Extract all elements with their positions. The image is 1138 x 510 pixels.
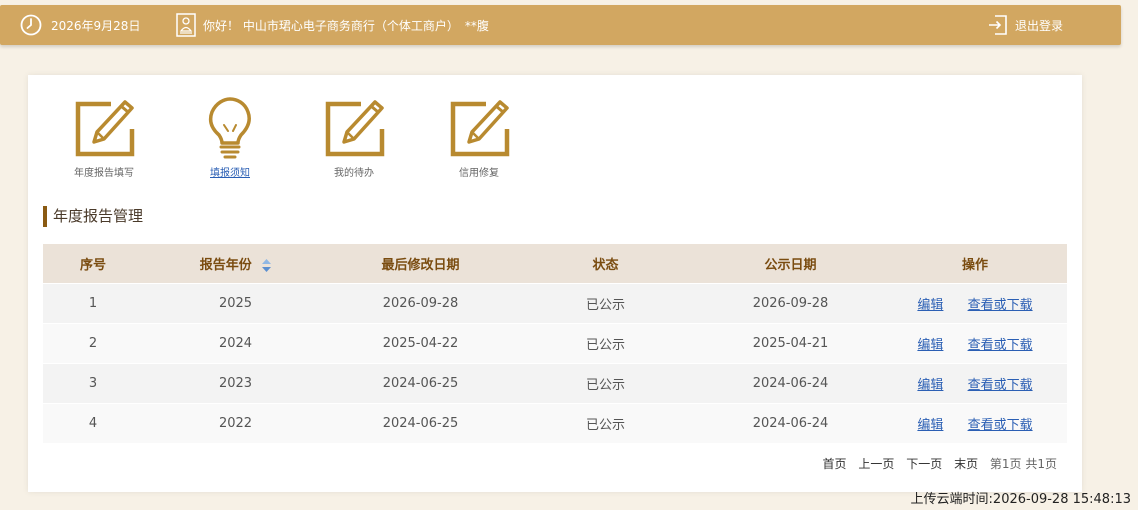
edit-link[interactable]: 编辑 — [917, 298, 943, 313]
first-page-button[interactable]: 首页 — [823, 457, 847, 471]
shortcut-label: 信用修复 — [459, 168, 499, 179]
logout-label: 退出登录 — [1015, 18, 1064, 33]
current-date: 2026年9月28日 — [51, 19, 141, 33]
cell-actions: 编辑 查看或下载 — [883, 322, 1067, 363]
view-download-link[interactable]: 查看或下载 — [968, 338, 1033, 353]
pen-edit-icon — [450, 100, 510, 157]
cell-published: 2024-06-24 — [698, 402, 883, 443]
table-row: 1 2025 2026-09-28 已公示 2026-09-28 编辑 查看或下… — [43, 282, 1067, 323]
cell-published: 2025-04-21 — [698, 322, 883, 363]
next-page-button[interactable]: 下一页 — [906, 457, 942, 471]
upload-time: 上传云端时间:2026-09-28 15:48:13 — [910, 492, 1131, 507]
main-card: 年度报告填写 填报须知 我的待办 信用修复 年度报告管理 序号 报告年份 最后修… — [28, 75, 1082, 492]
col-header-modified: 最后修改日期 — [328, 244, 513, 283]
cell-status: 已公示 — [513, 282, 698, 323]
col-header-published: 公示日期 — [698, 244, 883, 283]
cell-modified: 2024-06-25 — [328, 362, 513, 403]
cell-status: 已公示 — [513, 322, 698, 363]
cell-index: 4 — [43, 402, 143, 443]
edit-link[interactable]: 编辑 — [917, 418, 943, 433]
shortcut-my-todo[interactable]: 我的待办 — [309, 95, 399, 179]
cell-year: 2024 — [143, 322, 328, 363]
shortcut-label: 我的待办 — [334, 168, 374, 179]
sort-icon[interactable] — [262, 258, 272, 272]
view-download-link[interactable]: 查看或下载 — [968, 378, 1033, 393]
cell-published: 2026-09-28 — [698, 282, 883, 323]
cell-year: 2022 — [143, 402, 328, 443]
shortcut-annual-report[interactable]: 年度报告填写 — [59, 95, 149, 179]
view-download-link[interactable]: 查看或下载 — [968, 298, 1033, 313]
table-row: 4 2022 2024-06-25 已公示 2024-06-24 编辑 查看或下… — [43, 402, 1067, 443]
edit-link[interactable]: 编辑 — [917, 378, 943, 393]
page-info: 第1页 共1页 — [989, 457, 1057, 471]
annual-report-table: 序号 报告年份 最后修改日期 状态 公示日期 操作 1 2025 2026-09… — [43, 244, 1067, 443]
cell-status: 已公示 — [513, 402, 698, 443]
prev-page-button[interactable]: 上一页 — [858, 457, 894, 471]
pen-edit-icon — [75, 100, 135, 157]
cell-modified: 2025-04-22 — [328, 322, 513, 363]
user-badge-icon — [176, 13, 196, 37]
col-header-status: 状态 — [513, 244, 698, 283]
logout-button[interactable]: 退出登录 — [988, 13, 1063, 37]
shortcut-label[interactable]: 填报须知 — [185, 164, 275, 179]
edit-link[interactable]: 编辑 — [917, 338, 943, 353]
pagination: 首页 上一页 下一页 末页 第1页 共1页 — [815, 455, 1057, 472]
cell-modified: 2024-06-25 — [328, 402, 513, 443]
cell-year: 2023 — [143, 362, 328, 403]
cell-modified: 2026-09-28 — [328, 282, 513, 323]
top-header: 2026年9月28日 你好！ 中山市珺心电子商务商行（个体工商户） **腹 退出… — [0, 5, 1121, 45]
col-header-year[interactable]: 报告年份 — [143, 244, 328, 283]
last-page-button[interactable]: 末页 — [954, 457, 978, 471]
cell-index: 1 — [43, 282, 143, 323]
cell-actions: 编辑 查看或下载 — [883, 402, 1067, 443]
clock-icon — [20, 14, 42, 36]
table-row: 3 2023 2024-06-25 已公示 2024-06-24 编辑 查看或下… — [43, 362, 1067, 403]
shortcut-filing-notice[interactable]: 填报须知 — [185, 95, 275, 179]
cell-index: 2 — [43, 322, 143, 363]
col-header-actions: 操作 — [883, 244, 1067, 283]
cell-actions: 编辑 查看或下载 — [883, 362, 1067, 403]
view-download-link[interactable]: 查看或下载 — [968, 418, 1033, 433]
cell-status: 已公示 — [513, 362, 698, 403]
cell-year: 2025 — [143, 282, 328, 323]
cell-published: 2024-06-24 — [698, 362, 883, 403]
table-header-row: 序号 报告年份 最后修改日期 状态 公示日期 操作 — [43, 244, 1067, 283]
lightbulb-icon — [208, 97, 251, 159]
table-row: 2 2024 2025-04-22 已公示 2025-04-21 编辑 查看或下… — [43, 322, 1067, 363]
pen-edit-icon — [325, 100, 385, 157]
section-title: 年度报告管理 — [43, 206, 143, 227]
cell-actions: 编辑 查看或下载 — [883, 282, 1067, 323]
col-header-year-label: 报告年份 — [199, 257, 252, 273]
greeting-text: 你好！ 中山市珺心电子商务商行（个体工商户） **腹 — [203, 19, 489, 33]
shortcut-credit-repair[interactable]: 信用修复 — [434, 95, 524, 179]
logout-icon — [989, 15, 1007, 35]
cell-index: 3 — [43, 362, 143, 403]
col-header-index: 序号 — [43, 244, 143, 283]
shortcut-label: 年度报告填写 — [74, 168, 134, 179]
